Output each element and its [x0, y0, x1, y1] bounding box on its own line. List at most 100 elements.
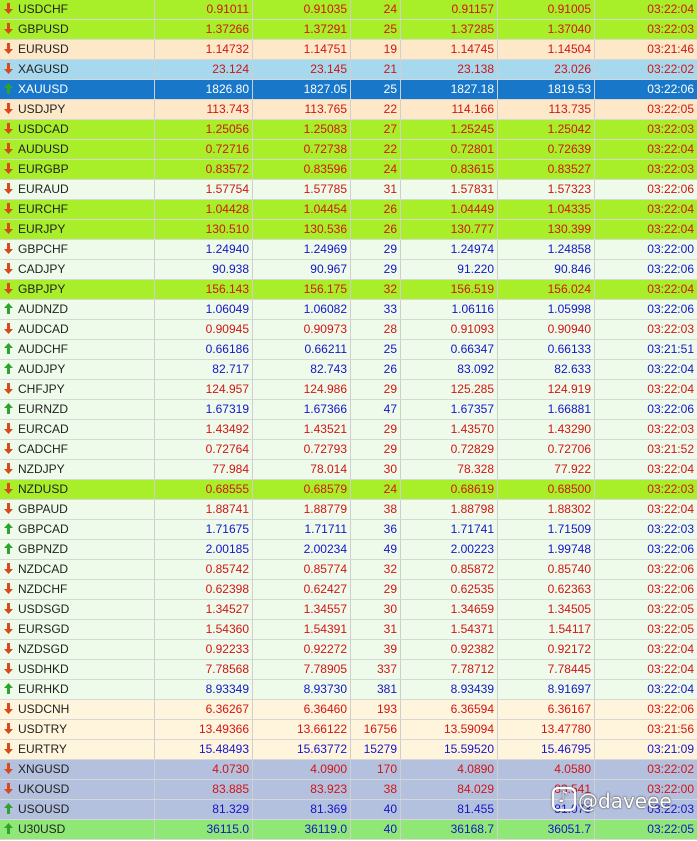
table-row[interactable]: USDCAD 1.25056 1.25083 27 1.25245 1.25042 03:2…: [0, 120, 697, 140]
high-cell: 1.06116: [401, 300, 498, 319]
symbol-cell[interactable]: NZDCAD: [0, 560, 155, 579]
table-row[interactable]: USDHKD 7.78568 7.78905 337 7.78712 7.78445 03:…: [0, 660, 697, 680]
table-row[interactable]: AUDCAD 0.90945 0.90973 28 0.91093 0.90940 03:2…: [0, 320, 697, 340]
symbol-cell[interactable]: EURCAD: [0, 420, 155, 439]
symbol-cell[interactable]: EURSGD: [0, 620, 155, 639]
symbol-cell[interactable]: EURAUD: [0, 180, 155, 199]
table-row[interactable]: GBPCHF 1.24940 1.24969 29 1.24974 1.24858 03:2…: [0, 240, 697, 260]
symbol-cell[interactable]: AUDNZD: [0, 300, 155, 319]
table-row[interactable]: EURGBP 0.83572 0.83596 24 0.83615 0.83527 03:2…: [0, 160, 697, 180]
symbol-cell[interactable]: USDCAD: [0, 120, 155, 139]
time-cell: 03:22:06: [647, 182, 694, 196]
symbol-cell[interactable]: GBPCAD: [0, 520, 155, 539]
table-row[interactable]: GBPAUD 1.88741 1.88779 38 1.88798 1.88302 03:2…: [0, 500, 697, 520]
symbol-cell[interactable]: GBPUSD: [0, 20, 155, 39]
symbol-cell[interactable]: XAUUSD: [0, 80, 155, 99]
table-row[interactable]: GBPUSD 1.37266 1.37291 25 1.37285 1.37040 03:2…: [0, 20, 697, 40]
symbol-cell[interactable]: EURHKD: [0, 680, 155, 699]
symbol-cell[interactable]: GBPCHF: [0, 240, 155, 259]
table-row[interactable]: USDCHF 0.91011 0.91035 24 0.91157 0.91005 03:2…: [0, 0, 697, 20]
table-row[interactable]: NZDCAD 0.85742 0.85774 32 0.85872 0.85740 03:2…: [0, 560, 697, 580]
table-row[interactable]: CADCHF 0.72764 0.72793 29 0.72829 0.72706 03:2…: [0, 440, 697, 460]
symbol-cell[interactable]: USDCHF: [0, 0, 155, 19]
table-row[interactable]: XAUUSD 1826.80 1827.05 25 1827.18 1819.53 03:2…: [0, 80, 697, 100]
high-cell: 0.91157: [401, 0, 498, 19]
symbol-cell[interactable]: NZDSGD: [0, 640, 155, 659]
symbol-cell[interactable]: GBPNZD: [0, 540, 155, 559]
table-row[interactable]: EURAUD 1.57754 1.57785 31 1.57831 1.57323 03:2…: [0, 180, 697, 200]
symbol-cell[interactable]: EURJPY: [0, 220, 155, 239]
symbol-cell[interactable]: USDJPY: [0, 100, 155, 119]
arrow-up-icon: [4, 543, 13, 554]
table-row[interactable]: USDSGD 1.34527 1.34557 30 1.34659 1.34505 03:2…: [0, 600, 697, 620]
table-row[interactable]: AUDNZD 1.06049 1.06082 33 1.06116 1.05998 03:2…: [0, 300, 697, 320]
symbol-cell[interactable]: USDTRY: [0, 720, 155, 739]
symbol-cell[interactable]: GBPJPY: [0, 280, 155, 299]
high-cell: 81.455: [401, 800, 498, 819]
table-row[interactable]: EURJPY 130.510 130.536 26 130.777 130.399 03:2…: [0, 220, 697, 240]
symbol-cell[interactable]: XAGUSD: [0, 60, 155, 79]
table-row[interactable]: EURNZD 1.67319 1.67366 47 1.67357 1.66881 03:2…: [0, 400, 697, 420]
spread-cell: 29: [351, 240, 401, 259]
table-row[interactable]: XAGUSD 23.124 23.145 21 23.138 23.026 03:22:02: [0, 60, 697, 80]
symbol-cell[interactable]: AUDCAD: [0, 320, 155, 339]
time-cell: 03:22:06: [647, 82, 694, 96]
table-row[interactable]: CADJPY 90.938 90.967 29 91.220 90.846 03:22:06: [0, 260, 697, 280]
table-row[interactable]: GBPCAD 1.71675 1.71711 36 1.71741 1.71509 03:2…: [0, 520, 697, 540]
low-cell: 0.92172: [498, 640, 595, 659]
low-cell: 1.24858: [498, 240, 595, 259]
symbol-cell[interactable]: CADCHF: [0, 440, 155, 459]
table-row[interactable]: EURCHF 1.04428 1.04454 26 1.04449 1.04335 03:2…: [0, 200, 697, 220]
ask-cell: 130.536: [253, 220, 351, 239]
symbol-cell[interactable]: UKOUSD: [0, 780, 155, 799]
table-row[interactable]: EURTRY 15.48493 15.63772 15279 15.59520 15.46…: [0, 740, 697, 760]
bid-cell: 1.54360: [155, 620, 253, 639]
table-row[interactable]: USDTRY 13.49366 13.66122 16756 13.59094 13.47…: [0, 720, 697, 740]
symbol-cell[interactable]: EURNZD: [0, 400, 155, 419]
arrow-down-icon: [4, 383, 13, 394]
symbol-label: AUDCHF: [18, 342, 68, 356]
symbol-cell[interactable]: EURUSD: [0, 40, 155, 59]
table-row[interactable]: AUDUSD 0.72716 0.72738 22 0.72801 0.72639 03:2…: [0, 140, 697, 160]
table-row[interactable]: GBPNZD 2.00185 2.00234 49 2.00223 1.99748 03:2…: [0, 540, 697, 560]
table-row[interactable]: AUDJPY 82.717 82.743 26 83.092 82.633 03:22:04: [0, 360, 697, 380]
symbol-cell[interactable]: USDCNH: [0, 700, 155, 719]
symbol-cell[interactable]: EURGBP: [0, 160, 155, 179]
low-cell: 0.85740: [498, 560, 595, 579]
symbol-cell[interactable]: GBPAUD: [0, 500, 155, 519]
symbol-cell[interactable]: AUDJPY: [0, 360, 155, 379]
symbol-cell[interactable]: CHFJPY: [0, 380, 155, 399]
symbol-cell[interactable]: EURTRY: [0, 740, 155, 759]
symbol-label: GBPNZD: [18, 542, 69, 556]
symbol-cell[interactable]: USDSGD: [0, 600, 155, 619]
table-row[interactable]: USDJPY 113.743 113.765 22 114.166 113.735 03:2…: [0, 100, 697, 120]
table-row[interactable]: NZDSGD 0.92233 0.92272 39 0.92382 0.92172 03:2…: [0, 640, 697, 660]
symbol-cell[interactable]: NZDJPY: [0, 460, 155, 479]
table-row[interactable]: CHFJPY 124.957 124.986 29 125.285 124.919 03:2…: [0, 380, 697, 400]
symbol-cell[interactable]: EURCHF: [0, 200, 155, 219]
table-row[interactable]: EURCAD 1.43492 1.43521 29 1.43570 1.43290 03:2…: [0, 420, 697, 440]
table-row[interactable]: NZDJPY 77.984 78.014 30 78.328 77.922 03:22:04: [0, 460, 697, 480]
table-row[interactable]: EURUSD 1.14732 1.14751 19 1.14745 1.14504 03:2…: [0, 40, 697, 60]
table-row[interactable]: USDCNH 6.36267 6.36460 193 6.36594 6.36167 03:…: [0, 700, 697, 720]
table-row[interactable]: U30USD 36115.0 36119.0 40 36168.7 36051.7 03:2…: [0, 820, 697, 840]
table-row[interactable]: NZDUSD 0.68555 0.68579 24 0.68619 0.68500 03:2…: [0, 480, 697, 500]
symbol-cell[interactable]: NZDUSD: [0, 480, 155, 499]
bid-cell: 1.71675: [155, 520, 253, 539]
table-row[interactable]: XNGUSD 4.0730 4.0900 170 4.0890 4.0580 03:22:0…: [0, 760, 697, 780]
symbol-cell[interactable]: NZDCHF: [0, 580, 155, 599]
table-row[interactable]: EURSGD 1.54360 1.54391 31 1.54371 1.54117 03:2…: [0, 620, 697, 640]
symbol-cell[interactable]: CADJPY: [0, 260, 155, 279]
table-row[interactable]: GBPJPY 156.143 156.175 32 156.519 156.024 03:2…: [0, 280, 697, 300]
time-cell: 03:21:09: [647, 742, 694, 756]
table-row[interactable]: NZDCHF 0.62398 0.62427 29 0.62535 0.62363 03:2…: [0, 580, 697, 600]
time-cell: 03:22:04: [647, 142, 694, 156]
symbol-cell[interactable]: USOUSD: [0, 800, 155, 819]
symbol-cell[interactable]: AUDCHF: [0, 340, 155, 359]
symbol-cell[interactable]: AUDUSD: [0, 140, 155, 159]
symbol-cell[interactable]: U30USD: [0, 820, 155, 839]
table-row[interactable]: AUDCHF 0.66186 0.66211 25 0.66347 0.66133 03:2…: [0, 340, 697, 360]
table-row[interactable]: EURHKD 8.93349 8.93730 381 8.93439 8.91697 03:…: [0, 680, 697, 700]
symbol-cell[interactable]: USDHKD: [0, 660, 155, 679]
symbol-cell[interactable]: XNGUSD: [0, 760, 155, 779]
